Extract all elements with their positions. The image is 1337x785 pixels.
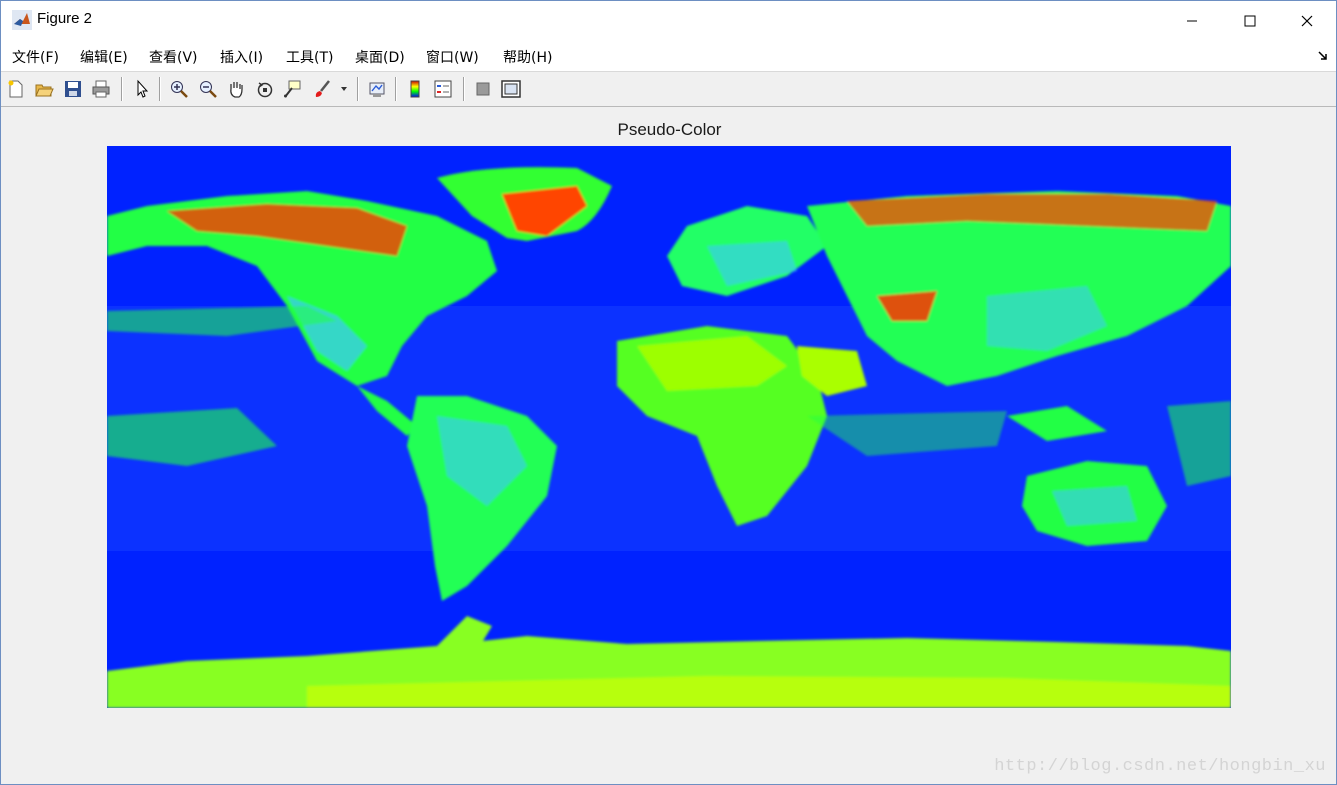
- figure-window: Figure 2 文件(F) 编辑(E) 查看(V) 插入(I) 工具(T) 桌…: [0, 0, 1337, 785]
- brush-dropdown-button[interactable]: [337, 77, 351, 101]
- pan-button[interactable]: [224, 77, 248, 101]
- menu-insert[interactable]: 插入(I): [220, 47, 263, 67]
- menu-tools[interactable]: 工具(T): [286, 47, 333, 67]
- world-map-image: [107, 146, 1231, 708]
- zoom-out-icon: [200, 81, 217, 98]
- menu-file[interactable]: 文件(F): [12, 47, 59, 67]
- colorbar-button[interactable]: [403, 77, 427, 101]
- close-icon: [1301, 15, 1313, 26]
- data-cursor-icon: [284, 80, 301, 98]
- new-figure-button[interactable]: [4, 77, 28, 101]
- window-title: Figure 2: [37, 10, 93, 27]
- legend-button[interactable]: [431, 77, 455, 101]
- matlab-logo-icon: [12, 10, 32, 30]
- hide-plot-tools-button[interactable]: [471, 77, 495, 101]
- minimize-button[interactable]: [1163, 1, 1221, 40]
- menu-help[interactable]: 帮助(H): [503, 47, 552, 67]
- menu-desktop[interactable]: 桌面(D): [355, 47, 405, 67]
- toolbar-separator: [357, 77, 359, 101]
- pseudo-color-world-map[interactable]: [107, 146, 1231, 708]
- watermark-text: http://blog.csdn.net/hongbin_xu: [994, 757, 1326, 776]
- menu-window[interactable]: 窗口(W): [426, 47, 479, 67]
- save-icon: [65, 81, 81, 97]
- show-plot-tools-icon: [501, 80, 521, 98]
- open-file-button[interactable]: [32, 77, 56, 101]
- title-bar[interactable]: Figure 2: [1, 1, 1336, 40]
- menu-edit[interactable]: 编辑(E): [80, 47, 128, 67]
- menu-bar: 文件(F) 编辑(E) 查看(V) 插入(I) 工具(T) 桌面(D) 窗口(W…: [1, 40, 1336, 72]
- toolbar-separator: [463, 77, 465, 101]
- save-button[interactable]: [61, 77, 85, 101]
- maximize-button[interactable]: [1221, 1, 1279, 40]
- menu-view[interactable]: 查看(V): [149, 47, 198, 67]
- brush-icon: [315, 80, 330, 97]
- minimize-icon: [1187, 20, 1197, 21]
- link-plot-button[interactable]: [365, 77, 389, 101]
- print-button[interactable]: [89, 77, 113, 101]
- hide-plot-tools-icon: [476, 82, 490, 96]
- zoom-in-icon: [171, 81, 188, 98]
- select-arrow-icon: [137, 79, 149, 98]
- new-figure-icon: [8, 80, 23, 98]
- show-plot-tools-button[interactable]: [499, 77, 523, 101]
- close-button[interactable]: [1278, 1, 1336, 40]
- chevron-down-icon: [341, 87, 347, 91]
- legend-icon: [434, 80, 452, 98]
- link-plot-icon: [369, 82, 385, 97]
- zoom-in-button[interactable]: [167, 77, 191, 101]
- rotate-3d-icon: [257, 82, 273, 98]
- print-icon: [92, 80, 110, 98]
- brush-button[interactable]: [310, 77, 334, 101]
- colorbar-icon: [410, 80, 420, 98]
- toolbar-separator: [395, 77, 397, 101]
- figure-toolbar: [1, 72, 1336, 107]
- axes-title: Pseudo-Color: [617, 120, 722, 139]
- toolbar-separator: [121, 77, 123, 101]
- pan-hand-icon: [230, 82, 243, 98]
- open-file-icon: [35, 84, 54, 97]
- toolbar-separator: [159, 77, 161, 101]
- data-cursor-button[interactable]: [281, 77, 305, 101]
- rotate-3d-button[interactable]: [253, 77, 277, 101]
- select-button[interactable]: [130, 77, 154, 101]
- zoom-out-button[interactable]: [196, 77, 220, 101]
- maximize-icon: [1244, 15, 1256, 26]
- figure-canvas: Pseudo-Color http://blog.csdn.net/hongbi…: [1, 107, 1336, 784]
- dock-arrow-icon[interactable]: [1318, 51, 1328, 61]
